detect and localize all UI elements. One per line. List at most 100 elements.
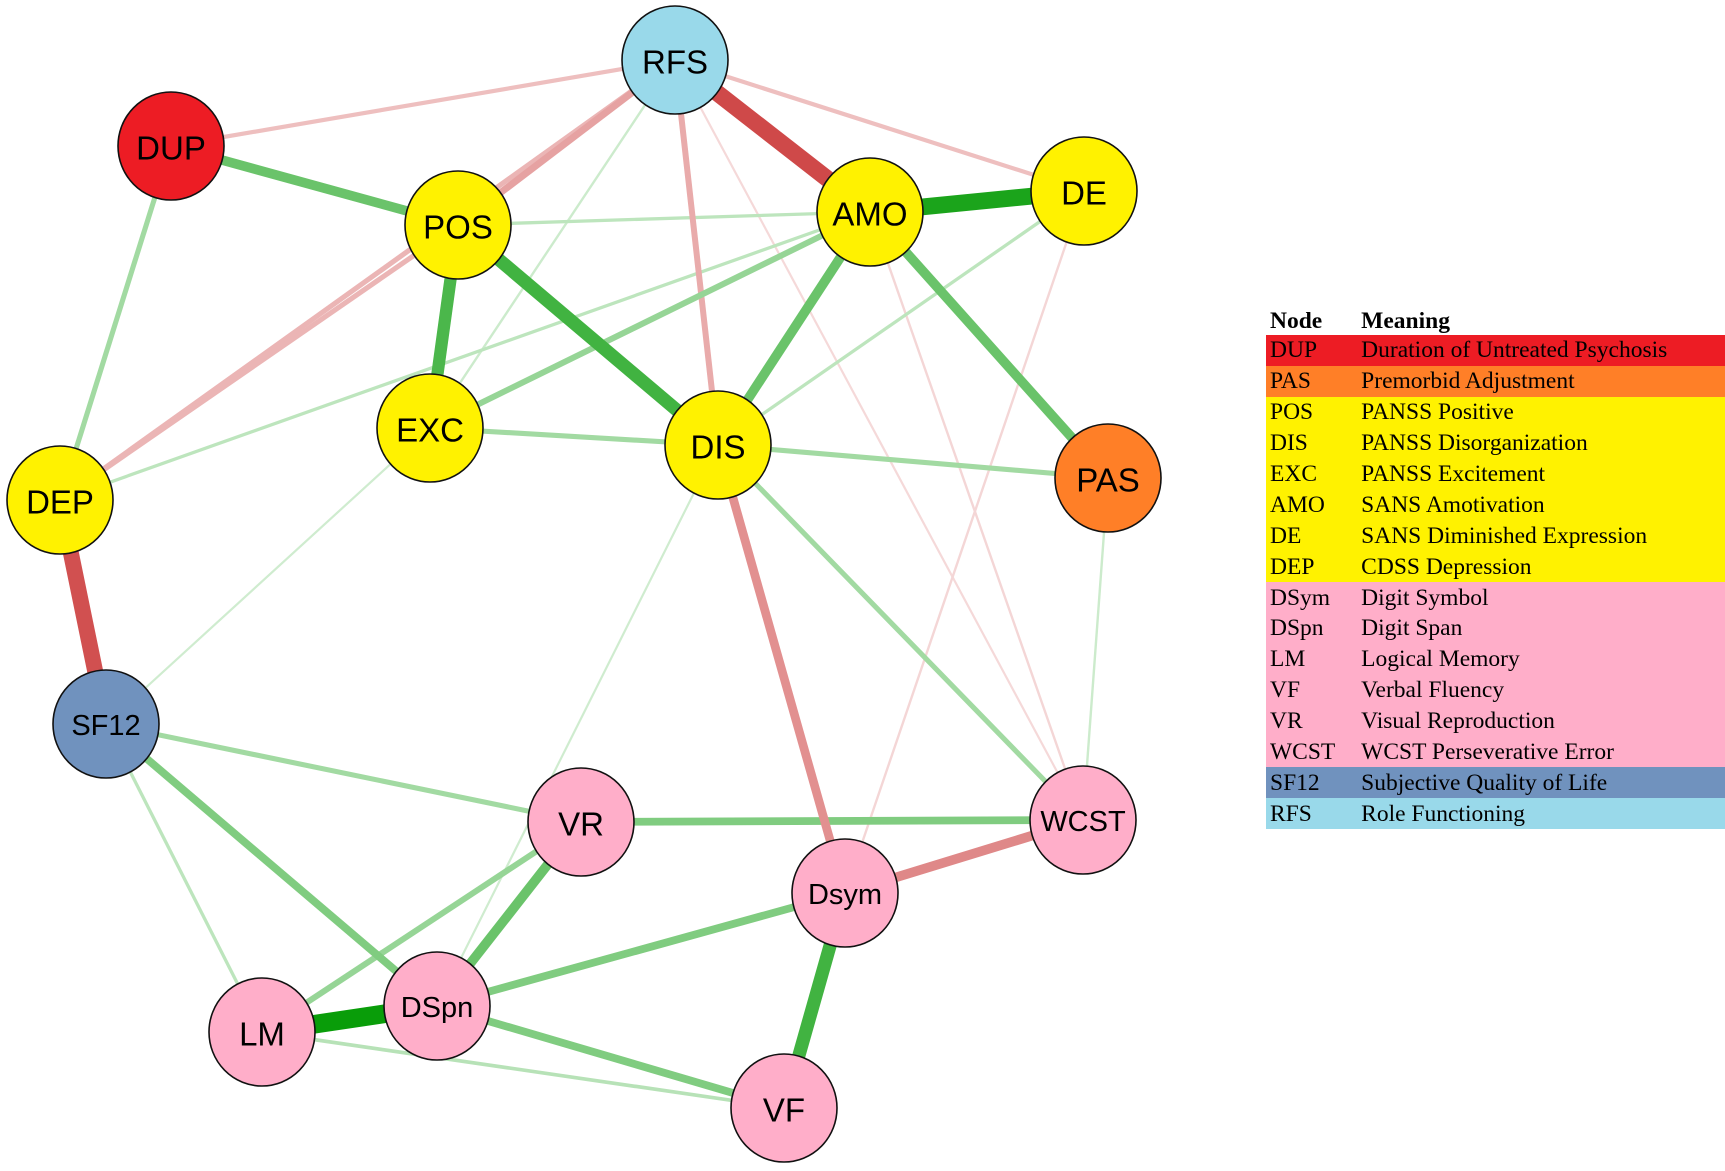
legend-meaning: CDSS Depression <box>1361 553 1532 580</box>
legend-row: DE SANS Diminished Expression <box>1266 520 1725 552</box>
node-amo: AMO <box>816 157 924 267</box>
node-rfs: RFS <box>621 5 729 115</box>
legend-row: SF12 Subjective Quality of Life <box>1266 767 1725 799</box>
node-vf: VF <box>730 1053 838 1163</box>
node-dep: DEP <box>6 445 114 555</box>
legend-row: DEP CDSS Depression <box>1266 551 1725 583</box>
node-wcst: WCST <box>1029 765 1137 875</box>
edge-EXC-SF12 <box>105 427 431 725</box>
edge-RFS-DIS <box>672 59 721 446</box>
nodes-layer: RFS DUP POS AMO DE EXC DIS DEP PAS SF12 VR WCST Dsym… <box>6 5 1162 1163</box>
node-label: EXC <box>396 412 464 449</box>
node-label: PAS <box>1076 462 1140 499</box>
legend-row: LM Logical Memory <box>1266 643 1725 675</box>
node-dup: DUP <box>117 91 225 201</box>
legend-meaning: Premorbid Adjustment <box>1361 368 1575 395</box>
edge-RFS-DUP <box>170 57 676 149</box>
legend-row: POS PANSS Positive <box>1266 396 1725 428</box>
legend-meaning: Digit Span <box>1361 615 1463 642</box>
legend-meaning: PANSS Excitement <box>1361 461 1546 487</box>
node-label: SF12 <box>71 710 140 742</box>
node-exc: EXC <box>376 373 484 483</box>
edge-DSpn-VF <box>435 1002 786 1112</box>
edge-LM-VF <box>261 1030 785 1110</box>
edge-DIS-DSpn <box>436 444 719 1007</box>
legend-code: DUP <box>1270 337 1318 364</box>
legend-row: RFS Role Functioning <box>1266 798 1725 830</box>
node-label: DEP <box>26 484 94 521</box>
node-label: LM <box>239 1016 285 1053</box>
legend-row: DUP Duration of Untreated Psychosis <box>1266 335 1725 366</box>
legend-code: EXC <box>1270 461 1317 487</box>
legend-code: AMO <box>1270 491 1325 518</box>
legend-code: DSpn <box>1270 615 1324 642</box>
node-label: AMO <box>832 196 907 233</box>
node-label: DIS <box>690 429 745 466</box>
node-label: VR <box>558 806 604 843</box>
edge-POS-AMO <box>457 210 871 227</box>
legend-meaning: Visual Reproduction <box>1361 708 1555 735</box>
node-label: WCST <box>1040 806 1126 838</box>
edge-VR-WCST <box>580 816 1084 826</box>
legend-row: VR Visual Reproduction <box>1266 705 1725 737</box>
edges-layer <box>52 53 1112 1112</box>
legend-meaning: SANS Diminished Expression <box>1361 522 1648 549</box>
legend-code: RFS <box>1270 800 1312 827</box>
edge-DIS-PAS <box>717 442 1109 481</box>
legend-code: DIS <box>1270 430 1308 457</box>
node-dspn: DSpn <box>383 951 491 1061</box>
legend-meaning: Duration of Untreated Psychosis <box>1361 337 1668 364</box>
legend-meaning: PANSS Positive <box>1361 399 1514 426</box>
node-label: RFS <box>642 44 708 81</box>
edge-SF12-DSpn <box>103 721 440 1009</box>
node-pas: PAS <box>1054 423 1162 533</box>
node-label: Dsym <box>808 879 882 911</box>
node-label: DE <box>1061 175 1107 212</box>
node-label: VF <box>763 1092 805 1129</box>
node-label: DUP <box>136 130 206 167</box>
node-lm: LM <box>208 977 316 1087</box>
legend-header-meaning: Meaning <box>1361 308 1450 334</box>
node-de: DE <box>1030 136 1138 246</box>
legend-row: AMO SANS Amotivation <box>1266 489 1725 521</box>
node-label: DSpn <box>401 992 474 1024</box>
legend-code: VR <box>1270 708 1303 735</box>
legend-row: EXC PANSS Excitement <box>1266 458 1725 490</box>
legend-row: VF Verbal Fluency <box>1266 674 1725 706</box>
legend-meaning: Logical Memory <box>1361 646 1520 673</box>
legend-meaning: Verbal Fluency <box>1361 677 1505 704</box>
legend-row: WCST WCST Perseverative Error <box>1266 736 1725 768</box>
node-sf12: SF12 <box>52 669 160 779</box>
legend-code: PAS <box>1270 368 1311 395</box>
legend-header-row: Node Meaning <box>1266 303 1725 335</box>
node-dis: DIS <box>664 390 772 500</box>
legend-code: DSym <box>1270 584 1331 611</box>
legend-meaning: SANS Amotivation <box>1361 491 1545 518</box>
edge-SF12-VR <box>105 721 582 825</box>
legend-row: DIS PANSS Disorganization <box>1266 427 1725 459</box>
legend-code: DEP <box>1270 553 1315 580</box>
legend-code: POS <box>1270 399 1314 426</box>
legend-table: Node Meaning DUP Duration of Untreated Ps… <box>1266 303 1725 830</box>
node-pos: POS <box>404 170 512 280</box>
legend-meaning: Digit Symbol <box>1361 584 1489 611</box>
legend-row: PAS Premorbid Adjustment <box>1266 365 1725 397</box>
node-dsym: Dsym <box>791 838 899 948</box>
legend-meaning: Role Functioning <box>1361 800 1526 827</box>
node-label: POS <box>423 209 493 246</box>
edge-DUP-DEP <box>57 145 174 501</box>
edge-Dsym-DSpn <box>435 889 847 1010</box>
legend-code: DE <box>1270 522 1302 549</box>
node-vr: VR <box>527 767 635 877</box>
legend-code: WCST <box>1270 739 1336 766</box>
legend-code: LM <box>1270 646 1306 673</box>
legend-row: DSym Digit Symbol <box>1266 582 1725 614</box>
legend-code: SF12 <box>1270 769 1320 796</box>
legend-header-node: Node <box>1270 308 1323 334</box>
legend-code: VF <box>1270 677 1301 704</box>
legend-body: DUP Duration of Untreated Psychosis PAS Pre… <box>1266 335 1725 830</box>
legend-row: DSpn Digit Span <box>1266 613 1725 644</box>
legend-meaning: PANSS Disorganization <box>1361 430 1588 457</box>
legend-meaning: Subjective Quality of Life <box>1361 769 1608 796</box>
legend-meaning: WCST Perseverative Error <box>1361 739 1614 766</box>
